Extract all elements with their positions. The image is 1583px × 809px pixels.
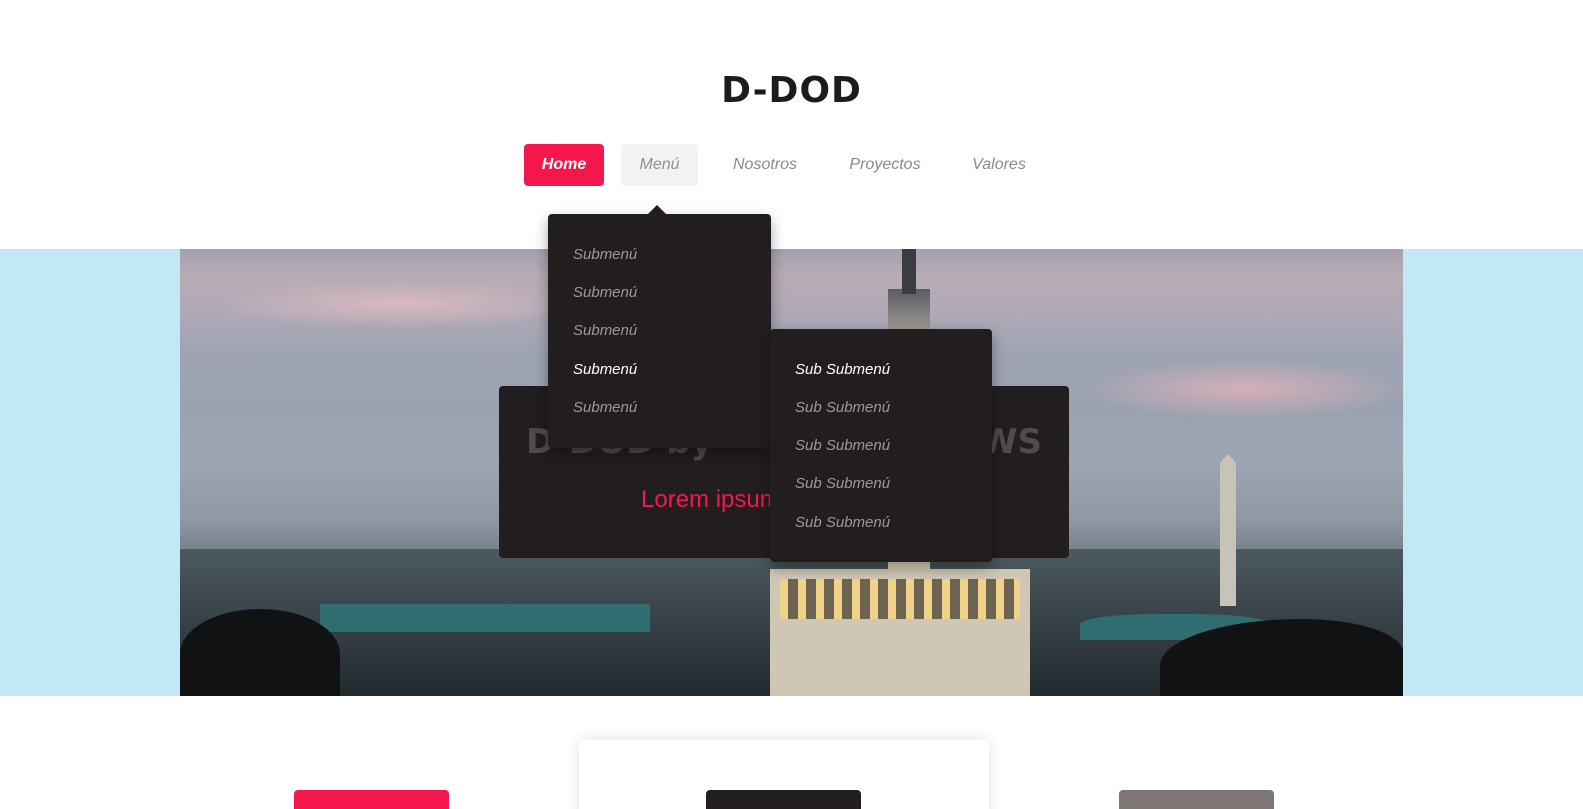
hero-cloud [210,279,590,329]
nav-item-proyectos[interactable]: Proyectos [842,144,928,186]
submenu-item[interactable]: Submenú [573,283,637,303]
submenu-item[interactable]: Submenú [573,398,637,418]
nav-item-nosotros[interactable]: Nosotros [725,144,805,186]
subsubmenu-item[interactable]: Sub Submenú [795,436,890,456]
hero-building [320,604,650,632]
subsubmenu-item-active[interactable]: Sub Submenú [795,360,890,380]
submenu-item-active[interactable]: Submenú [573,360,637,380]
submenu-item[interactable]: Submenú [573,321,637,341]
hero-capitol-lights [780,579,1020,619]
subsubmenu-item[interactable]: Sub Submenú [795,398,890,418]
subsubmenu-item[interactable]: Sub Submenú [795,474,890,494]
subsubmenu-dropdown: Sub Submenú Sub Submenú Sub Submenú Sub … [770,329,992,562]
hero-trees [180,609,340,696]
feature-button-accent[interactable] [294,790,449,809]
feature-button-dark[interactable] [706,790,861,809]
nav-item-valores[interactable]: Valores [965,144,1033,186]
subsubmenu-item[interactable]: Sub Submenú [795,513,890,533]
submenu-item[interactable]: Submenú [573,245,637,265]
dropdown-arrow-icon [648,205,666,214]
nav-item-menu[interactable]: Menú [621,144,698,186]
nav-item-home[interactable]: Home [524,144,604,186]
hero-monument [1220,454,1236,606]
feature-button-muted[interactable] [1119,790,1274,809]
main-nav: Home Menú Nosotros Proyectos Valores [0,144,1583,186]
site-logo[interactable]: D-DOD [0,70,1583,111]
submenu-dropdown: Submenú Submenú Submenú Submenú Submenú [548,205,771,448]
hero-cloud [1080,359,1403,419]
hero-dome-statue [902,249,916,294]
